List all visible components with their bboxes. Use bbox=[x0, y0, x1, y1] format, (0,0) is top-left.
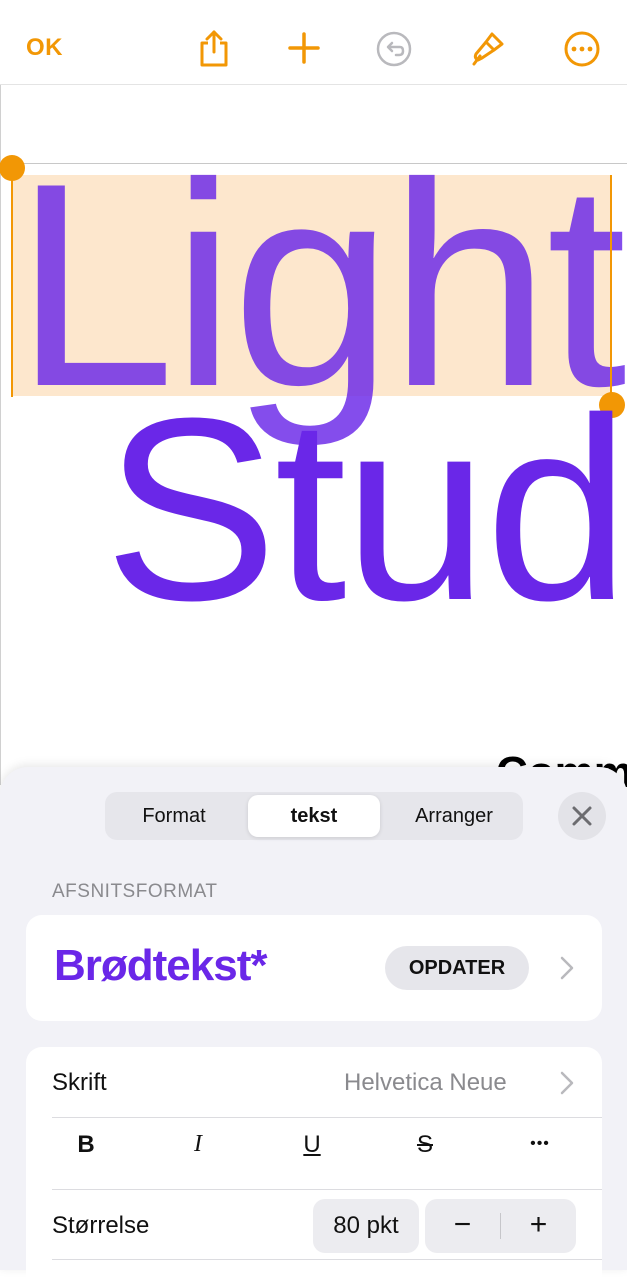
paragraph-style-name: Brødtekst* bbox=[54, 941, 267, 990]
tab-format[interactable]: Format bbox=[105, 792, 243, 840]
update-button[interactable]: OPDATER bbox=[385, 946, 529, 990]
font-value: Helvetica Neue bbox=[344, 1069, 507, 1096]
tab-tekst[interactable]: tekst bbox=[248, 795, 380, 837]
ok-button[interactable]: OK bbox=[26, 34, 63, 62]
decrease-size-button[interactable]: − bbox=[425, 1199, 500, 1253]
segmented-control: Format tekst Arranger bbox=[105, 792, 523, 840]
share-icon[interactable] bbox=[194, 28, 234, 68]
text-settings-card: Skrift Helvetica Neue B I U S ••• Større… bbox=[26, 1047, 602, 1287]
paragraph-style-card[interactable]: Brødtekst* OPDATER bbox=[26, 915, 602, 1021]
paintbrush-icon[interactable] bbox=[468, 28, 508, 68]
chevron-right-icon bbox=[560, 956, 574, 980]
font-row[interactable]: Skrift Helvetica Neue bbox=[26, 1047, 602, 1117]
section-label: AFSNITSFORMAT bbox=[52, 881, 218, 902]
italic-button[interactable]: I bbox=[178, 1131, 218, 1158]
row-divider bbox=[52, 1259, 602, 1260]
selection-start-handle[interactable] bbox=[0, 155, 25, 181]
bold-button[interactable]: B bbox=[66, 1131, 106, 1159]
size-value-field[interactable]: 80 pkt bbox=[313, 1199, 419, 1253]
underline-button[interactable]: U bbox=[292, 1131, 332, 1159]
more-icon[interactable] bbox=[562, 28, 602, 68]
page-left-edge bbox=[0, 85, 1, 785]
font-label: Skrift bbox=[52, 1069, 107, 1096]
undo-icon[interactable] bbox=[374, 28, 414, 68]
increase-size-button[interactable]: + bbox=[501, 1199, 576, 1253]
toolbar: OK bbox=[0, 0, 627, 85]
size-stepper: − + bbox=[425, 1199, 576, 1253]
format-panel: Format tekst Arranger AFSNITSFORMAT Brød… bbox=[0, 767, 627, 1287]
strikethrough-button[interactable]: S bbox=[405, 1131, 445, 1159]
size-label: Størrelse bbox=[52, 1212, 150, 1239]
size-value: 80 pkt bbox=[333, 1212, 399, 1239]
canvas-word[interactable]: Stud bbox=[104, 380, 627, 640]
close-button[interactable] bbox=[558, 792, 606, 840]
row-divider bbox=[52, 1117, 602, 1118]
close-icon bbox=[572, 806, 592, 826]
tab-arranger[interactable]: Arranger bbox=[385, 792, 523, 840]
chevron-right-icon bbox=[560, 1071, 574, 1095]
row-divider bbox=[52, 1189, 602, 1190]
plus-icon[interactable] bbox=[284, 28, 324, 68]
more-format-button[interactable]: ••• bbox=[520, 1135, 560, 1153]
selection-left-edge bbox=[11, 167, 13, 397]
